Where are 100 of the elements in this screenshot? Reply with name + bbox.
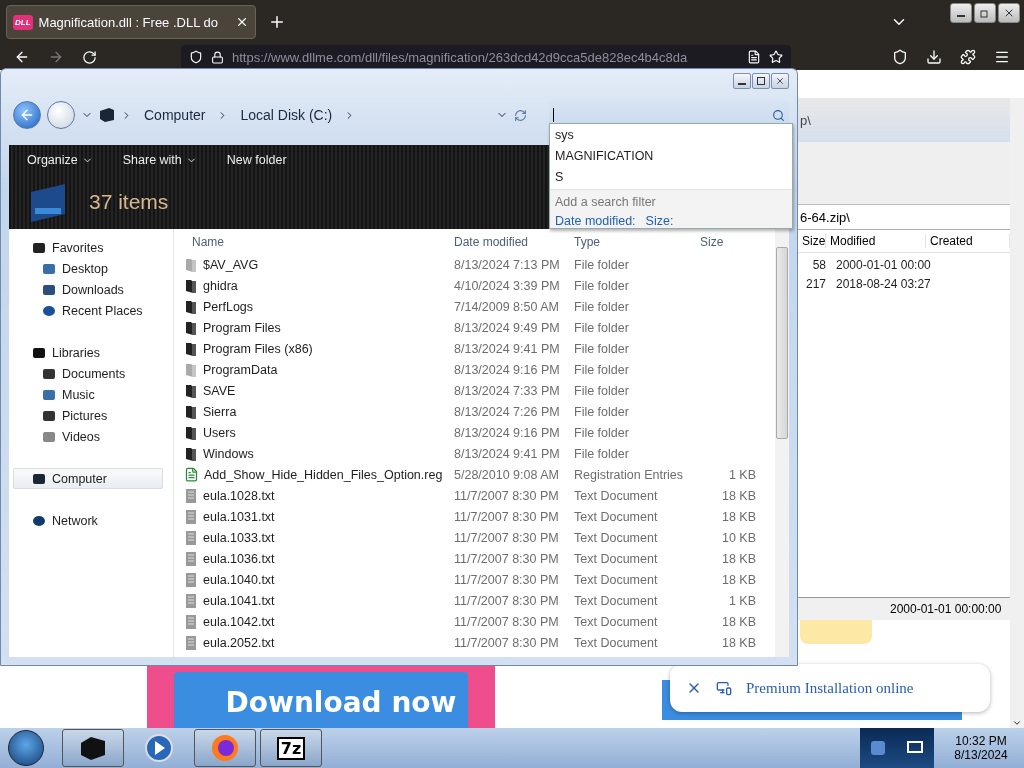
sidebar-item[interactable]: Desktop <box>13 258 163 279</box>
forward-icon[interactable] <box>48 49 64 65</box>
documents-icon <box>42 366 56 381</box>
start-button[interactable] <box>8 730 44 766</box>
sidebar-item[interactable]: Favorites <box>13 237 163 258</box>
table-cell-text: 217 <box>804 276 826 291</box>
file-name[interactable]: ghidra <box>184 277 444 294</box>
recent-icon <box>42 303 56 318</box>
taskbar-app[interactable]: 7z <box>260 729 322 767</box>
file-name[interactable]: eula.1042.txt <box>184 613 444 630</box>
file-name[interactable]: eula.2052.txt <box>184 634 444 651</box>
file-name[interactable]: ProgramData <box>184 361 444 378</box>
column-header[interactable]: Modified <box>826 234 926 248</box>
table-cell-text: 2018-08-24 03:27 <box>835 276 932 291</box>
toolbar-button[interactable]: Share with <box>122 153 197 167</box>
sidebar-item[interactable]: Downloads <box>13 279 163 300</box>
file-name[interactable]: PerfLogs <box>184 298 444 315</box>
file-name[interactable]: eula.1041.txt <box>184 592 444 609</box>
back-icon[interactable] <box>14 49 30 65</box>
folder-icon <box>184 256 198 273</box>
scrollbar[interactable] <box>1010 98 1024 728</box>
file-name[interactable]: eula.1031.txt <box>184 508 444 525</box>
monitor-icon[interactable] <box>907 741 923 755</box>
close-button[interactable] <box>771 73 789 89</box>
close-icon[interactable] <box>235 15 249 29</box>
file-name[interactable]: SAVE <box>184 382 444 399</box>
table-cell-text: Text Document <box>573 572 659 587</box>
file-name[interactable]: eula.1033.txt <box>184 529 444 546</box>
table-cell-text: 1 KB <box>727 593 756 608</box>
column-header[interactable]: Size <box>692 235 756 249</box>
sidebar-item[interactable]: Recent Places <box>13 300 163 321</box>
browser-tab[interactable]: DLL Magnification.dll : Free .DLL do <box>6 5 256 39</box>
url-field[interactable]: https://www.dllme.com/dll/files/magnification/263dcd42d9cca5de828ec4b4c8da <box>181 45 791 69</box>
search-suggestion[interactable]: MAGNIFICATION <box>550 145 792 166</box>
download-icon[interactable] <box>926 49 942 65</box>
sidebar-item[interactable]: Network <box>13 510 163 531</box>
new-tab-icon[interactable] <box>268 13 286 31</box>
column-header[interactable]: Name <box>184 235 444 249</box>
sidebar-item[interactable]: Libraries <box>13 342 163 363</box>
table-cell-text: File folder <box>573 404 630 419</box>
column-header[interactable]: Date modified <box>444 235 564 249</box>
search-icon[interactable] <box>772 108 785 122</box>
minimize-button[interactable] <box>950 3 972 23</box>
filter-link[interactable]: Size: <box>645 214 674 228</box>
back-button[interactable] <box>13 101 41 129</box>
file-name[interactable]: Program Files (x86) <box>184 340 444 357</box>
file-name[interactable]: Users <box>184 424 444 441</box>
table-cell-text: 11/7/2007 8:30 PM <box>453 509 560 524</box>
sidebar-item[interactable]: Videos <box>13 426 163 447</box>
reader-icon[interactable] <box>747 50 761 64</box>
refresh-icon[interactable] <box>514 108 527 122</box>
file-name[interactable]: eula.1028.txt <box>184 487 444 504</box>
sidebar-item[interactable]: Documents <box>13 363 163 384</box>
breadcrumb-item[interactable]: Local Disk (C:) <box>234 107 339 123</box>
file-name[interactable]: Program Files <box>184 319 444 336</box>
scrollbar[interactable] <box>775 229 789 657</box>
text-file-icon <box>184 634 198 651</box>
breadcrumb-item[interactable]: Computer <box>138 107 212 123</box>
close-button[interactable] <box>998 3 1020 23</box>
taskbar-app[interactable] <box>62 729 124 767</box>
minimize-button[interactable] <box>733 73 751 89</box>
scroll-down-icon[interactable] <box>1012 718 1022 728</box>
reload-icon[interactable] <box>82 49 97 65</box>
table-cell-text: 11/7/2007 8:30 PM <box>453 551 560 566</box>
table-cell-text: 11/7/2007 8:30 PM <box>453 593 560 608</box>
scroll-thumb[interactable] <box>776 247 788 439</box>
file-name[interactable]: eula.1040.txt <box>184 571 444 588</box>
file-name[interactable]: Add_Show_Hide_Hidden_Files_Option.reg <box>184 467 444 482</box>
menu-icon[interactable] <box>994 49 1010 65</box>
path-field[interactable]: 6-64.zip\ <box>798 205 1010 230</box>
text-file-icon <box>184 571 198 588</box>
filter-hint: Add a search filter <box>555 195 657 209</box>
star-icon[interactable] <box>769 50 783 64</box>
column-header[interactable]: Type <box>564 235 692 249</box>
file-name[interactable]: Windows <box>184 445 444 462</box>
table-cell-text: File folder <box>573 362 630 377</box>
sidebar-item[interactable]: Pictures <box>13 405 163 426</box>
toolbar-button[interactable]: Organize <box>27 153 93 167</box>
search-suggestion[interactable]: sys <box>550 124 792 145</box>
file-name[interactable]: eula.1036.txt <box>184 550 444 567</box>
search-suggestion[interactable]: S <box>550 166 792 187</box>
table-cell-text: 7/14/2009 8:50 AM <box>453 299 560 314</box>
sidebar-item[interactable]: Music <box>13 384 163 405</box>
table-cell-text: Text Document <box>573 530 659 545</box>
table-cell-text: 8/13/2024 9:49 PM <box>453 320 561 335</box>
toolbar-button[interactable]: New folder <box>226 153 287 167</box>
table-cell-text: File folder <box>573 299 630 314</box>
file-name[interactable]: $AV_AVG <box>184 256 444 273</box>
filter-link[interactable]: Date modified: <box>555 214 636 228</box>
folder-icon <box>184 361 198 378</box>
file-name[interactable]: Sierra <box>184 403 444 420</box>
sidebar-item[interactable]: Computer <box>13 468 163 489</box>
restore-button[interactable] <box>974 3 996 23</box>
folder-icon <box>184 424 198 441</box>
table-cell-text: 8/13/2024 7:33 PM <box>453 383 561 398</box>
extensions-icon[interactable] <box>960 49 976 65</box>
table-cell-text: 11/7/2007 8:30 PM <box>453 530 560 545</box>
table-cell-text: 4/10/2024 3:39 PM <box>453 278 561 293</box>
forward-button[interactable] <box>47 101 75 129</box>
maximize-button[interactable] <box>752 73 770 89</box>
